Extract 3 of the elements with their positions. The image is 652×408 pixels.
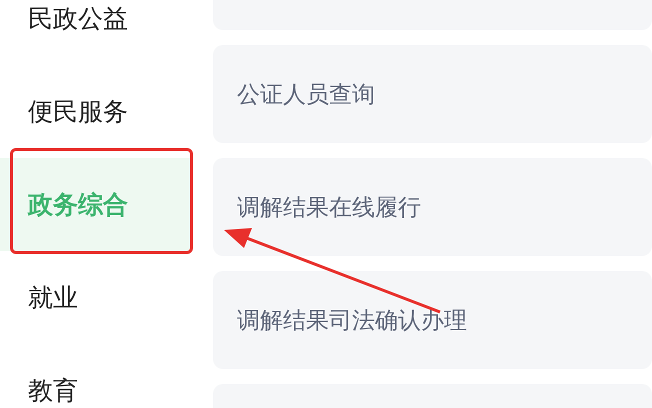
service-item[interactable]: 公证人员查询 — [213, 45, 652, 143]
service-item[interactable]: 调解结果在线履行 — [213, 158, 652, 256]
service-item[interactable]: 调解结果司法确认办理 — [213, 271, 652, 369]
